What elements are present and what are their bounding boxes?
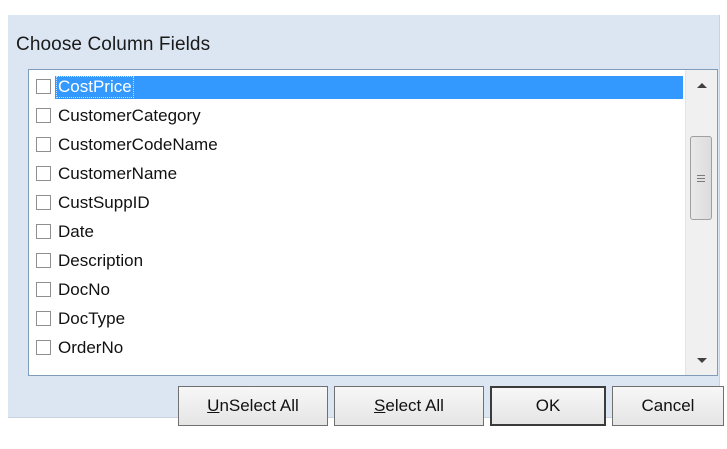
field-label: Date [58,221,94,241]
cancel-button[interactable]: Cancel [612,386,724,426]
field-label: CostPrice [56,75,134,98]
ok-label: OK [535,396,561,415]
field-checkbox[interactable] [36,166,51,181]
select-all-mnemonic: S [374,396,386,415]
arrow-down-icon [696,357,707,363]
vertical-scrollbar[interactable] [685,70,717,375]
list-item[interactable]: CustomerCodeName [31,130,683,159]
select-all-label: elect All [385,396,444,415]
field-checkbox[interactable] [36,79,51,94]
unselect-all-mnemonic: U [207,396,220,415]
list-item[interactable]: CustomerCategory [31,101,683,130]
cancel-label: Cancel [641,396,695,415]
grip-icon [697,180,705,182]
arrow-up-icon [696,82,707,88]
field-label: DocNo [58,279,110,299]
ok-button[interactable]: OK [490,386,606,426]
field-label: OrderNo [58,337,124,357]
scroll-up-button[interactable] [686,70,717,100]
field-label: CustomerCategory [58,105,201,125]
field-label: CustomerName [58,163,178,183]
list-item[interactable]: Description [31,246,683,275]
field-checkbox[interactable] [36,108,51,123]
field-label: DocType [58,308,126,328]
field-checkbox[interactable] [36,311,51,326]
field-checkbox[interactable] [36,195,51,210]
field-label: Description [58,250,144,270]
dialog-title: Choose Column Fields [16,34,211,55]
column-fields-listbox[interactable]: CostPrice CustomerCategory CustomerCodeNam… [28,69,718,376]
list-item[interactable]: Date [31,217,683,246]
list-item[interactable]: OrderNo [31,333,683,362]
grip-icon [697,174,705,176]
select-all-button[interactable]: Select All [334,386,484,426]
field-checkbox[interactable] [36,253,51,268]
grip-icon [697,177,705,179]
field-list: CostPrice CustomerCategory CustomerCodeNam… [31,72,683,362]
list-item[interactable]: CostPrice [31,72,683,101]
field-checkbox[interactable] [36,224,51,239]
unselect-all-label: nSelect All [219,396,299,415]
list-item[interactable]: CustomerName [31,159,683,188]
unselect-all-button[interactable]: UnSelect All [178,386,328,426]
field-checkbox[interactable] [36,340,51,355]
field-label: CustomerCodeName [58,134,218,154]
scrollbar-thumb[interactable] [690,136,712,220]
list-item[interactable]: DocNo [31,275,683,304]
scroll-down-button[interactable] [686,345,717,375]
field-checkbox[interactable] [36,137,51,152]
list-item[interactable]: CustSuppID [31,188,683,217]
selection-highlight [55,76,683,99]
list-item[interactable]: DocType [31,304,683,333]
field-label: CustSuppID [58,192,150,212]
field-checkbox[interactable] [36,282,51,297]
